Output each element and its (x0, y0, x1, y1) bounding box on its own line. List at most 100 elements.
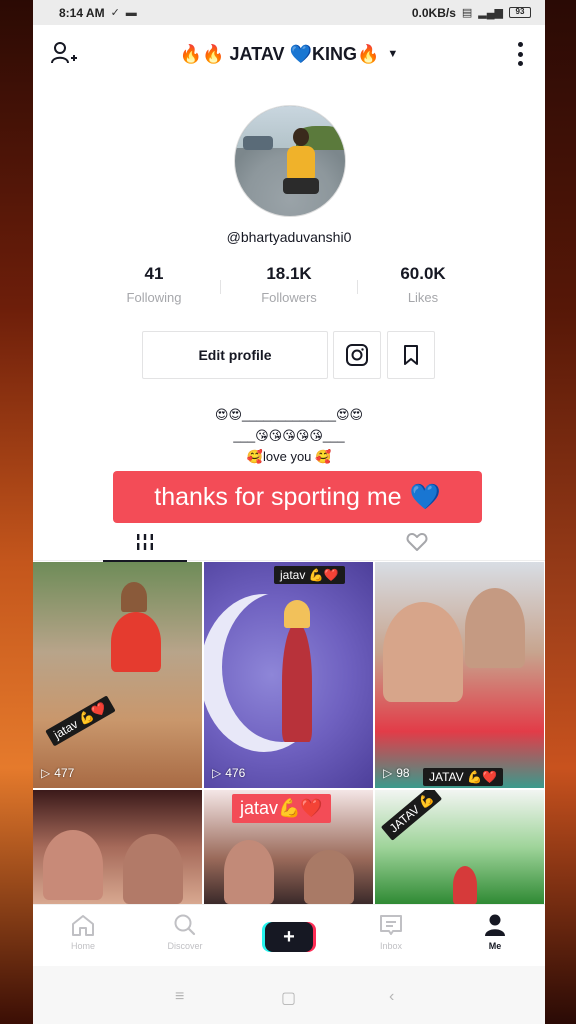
more-options-button[interactable] (517, 42, 523, 66)
view-count-value: 476 (225, 766, 246, 780)
background-right (545, 0, 576, 1024)
search-icon (174, 914, 196, 936)
stat-value: 60.0K (400, 264, 446, 283)
character-figure (282, 622, 312, 742)
person-face (123, 834, 183, 904)
background-left (0, 0, 33, 1024)
nav-home[interactable]: Home (43, 913, 123, 951)
add-friend-button[interactable] (49, 39, 79, 69)
video-tag: jatav 💪❤️ (45, 695, 116, 747)
nav-me[interactable]: Me (455, 913, 535, 951)
more-dot-icon (517, 61, 523, 66)
instagram-icon (346, 344, 368, 366)
person-figure (111, 612, 161, 672)
person-head (121, 582, 147, 612)
bio-line: 😍😍_____________😍😍 (214, 407, 364, 422)
divider (357, 280, 358, 294)
stat-followers[interactable]: 18.1K Followers (234, 264, 344, 305)
video-thumbnail[interactable]: JATAV 💪 (375, 790, 544, 904)
view-count: ▷ 476 (212, 766, 245, 780)
status-bar: 8:14 AM ✓ ▬ 0.0KB/s ▤ ▂▄▆ 93 (33, 0, 545, 25)
phone-screen: 8:14 AM ✓ ▬ 0.0KB/s ▤ ▂▄▆ 93 🔥🔥 JATAV 💙K… (33, 0, 545, 1024)
person-face (383, 602, 463, 702)
caption-text: thanks for sporting me (154, 482, 402, 511)
tab-videos[interactable] (103, 523, 187, 562)
video-tag: JATAV 💪❤️ (423, 768, 503, 786)
avatar-car (243, 136, 273, 150)
sim-icon: ▤ (461, 7, 473, 19)
person-face (465, 588, 525, 668)
video-thumbnail[interactable]: jatav 💪❤️ ▷ 477 (33, 562, 202, 788)
profile-tabs (33, 523, 545, 562)
add-user-icon (51, 42, 77, 64)
video-caption-overlay: thanks for sporting me 💙 (113, 471, 482, 523)
view-count-value: 477 (54, 766, 75, 780)
play-icon: ▷ (212, 766, 222, 780)
stat-likes[interactable]: 60.0K Likes (368, 264, 478, 305)
system-navigation-bar: ≡ ▢ ‹ (33, 966, 545, 1024)
grid-icon (137, 534, 153, 550)
avatar-head (293, 128, 309, 146)
create-video-button[interactable]: + (265, 922, 313, 952)
video-thumbnail[interactable]: jatav 💪❤️ ▷ 476 (204, 562, 373, 788)
profile-stats: 41 Following 18.1K Followers 60.0K Likes (33, 264, 545, 314)
bookmark-icon (404, 345, 418, 365)
stat-label: Likes (407, 290, 439, 305)
favorites-button[interactable] (387, 331, 435, 379)
more-dot-icon (517, 42, 523, 47)
profile-bio: 😍😍_____________😍😍 ___😘😘😘😘😘___ 🥰love you … (33, 404, 545, 467)
stat-label: Followers (261, 290, 317, 305)
character-head (284, 600, 310, 628)
view-count-value: 98 (396, 766, 410, 780)
video-thumbnail[interactable] (33, 790, 202, 904)
person-face (43, 830, 103, 900)
divider (220, 280, 221, 294)
bio-line: ___😘😘😘😘😘___ (233, 428, 345, 443)
edit-profile-button[interactable]: Edit profile (142, 331, 328, 379)
home-icon (72, 915, 94, 936)
message-icon: ▬ (125, 6, 137, 19)
menu-icon[interactable]: ≡ (175, 988, 184, 1006)
view-count: ▷ 98 (383, 766, 410, 780)
avatar[interactable] (234, 105, 346, 217)
bio-line: 🥰love you 🥰 (246, 449, 332, 464)
stat-value: 18.1K (266, 264, 312, 283)
blue-heart-icon: 💙 (409, 482, 441, 511)
check-icon: ✓ (110, 7, 120, 19)
heart-outline-icon (406, 533, 428, 551)
avatar-body (287, 146, 315, 180)
person-figure (453, 866, 477, 904)
inbox-icon (380, 915, 402, 935)
play-icon: ▷ (383, 766, 393, 780)
nav-label: Discover (167, 941, 203, 951)
nav-discover[interactable]: Discover (145, 913, 225, 951)
plus-icon: + (283, 925, 295, 948)
profile-icon (485, 914, 505, 936)
nav-label: Me (488, 941, 502, 951)
person-face (304, 850, 354, 904)
profile-display-name: 🔥🔥 JATAV 💙KING🔥 (179, 43, 380, 64)
tab-liked[interactable] (375, 523, 459, 561)
video-grid: jatav 💪❤️ ▷ 477 jatav 💪❤️ ▷ 476 JATAV 💪❤… (33, 562, 545, 904)
video-tag: jatav 💪❤️ (274, 566, 345, 584)
video-tag: jatav💪❤️ (232, 794, 331, 823)
video-thumbnail[interactable]: jatav💪❤️ (204, 790, 373, 904)
network-speed: 0.0KB/s (411, 5, 456, 20)
profile-header: 🔥🔥 JATAV 💙KING🔥 ▼ (33, 25, 545, 83)
home-square-icon[interactable]: ▢ (281, 988, 296, 1008)
nav-label: Home (70, 941, 95, 951)
stat-value: 41 (144, 264, 164, 283)
back-icon[interactable]: ‹ (389, 988, 394, 1006)
avatar-legs (283, 178, 319, 194)
video-tag: JATAV 💪 (380, 790, 443, 841)
status-time: 8:14 AM (59, 5, 105, 20)
play-icon: ▷ (41, 766, 51, 780)
stat-following[interactable]: 41 Following (99, 264, 209, 305)
nav-inbox[interactable]: Inbox (351, 913, 431, 951)
person-face (224, 840, 274, 904)
video-thumbnail[interactable]: JATAV 💪❤️ ▷ 98 (375, 562, 544, 788)
view-count: ▷ 477 (41, 766, 74, 780)
account-switcher[interactable]: 🔥🔥 JATAV 💙KING🔥 ▼ (180, 44, 399, 65)
instagram-button[interactable] (333, 331, 381, 379)
signal-icon: ▂▄▆ (478, 7, 503, 19)
